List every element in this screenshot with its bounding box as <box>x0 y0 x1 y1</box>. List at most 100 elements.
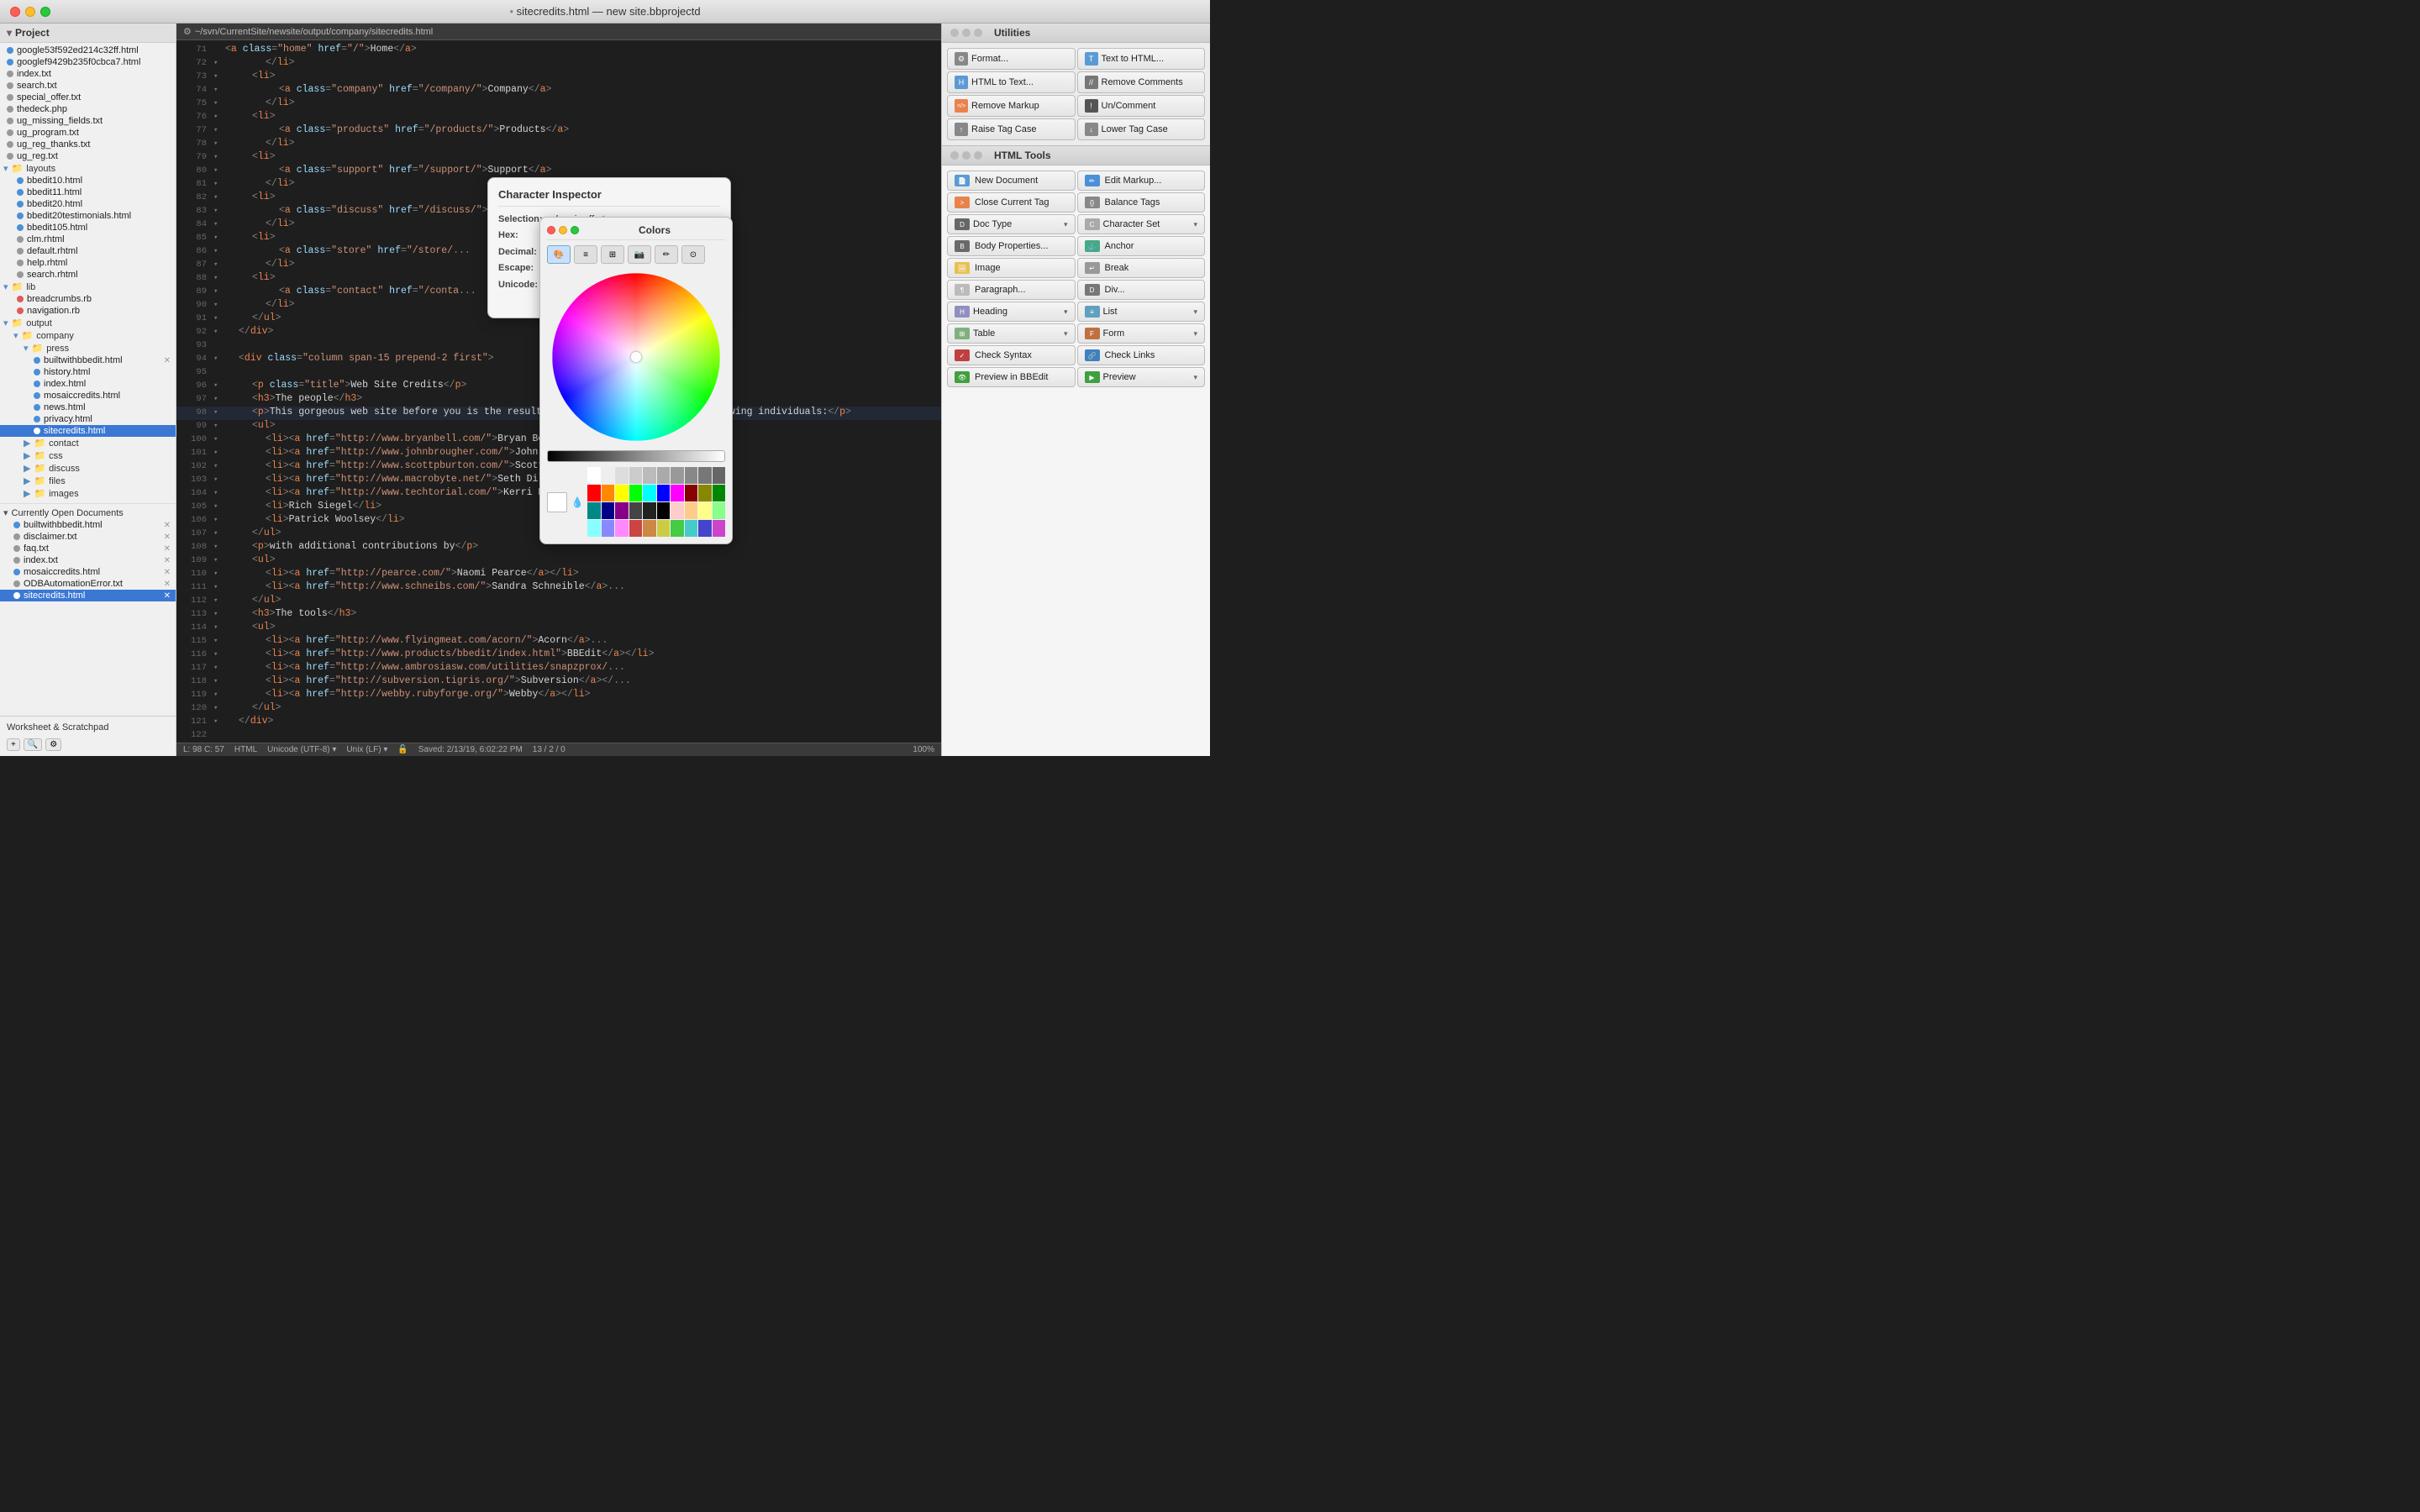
color-crosshair[interactable] <box>631 352 641 362</box>
preview-button[interactable]: ▶ Preview ▾ <box>1077 367 1206 387</box>
balance-tags-button[interactable]: {} Balance Tags <box>1077 192 1206 213</box>
color-swatch[interactable] <box>602 485 615 501</box>
color-custom-tab[interactable]: ⊙ <box>681 245 705 264</box>
color-image-tab[interactable]: 📷 <box>628 245 651 264</box>
open-doc-index-txt[interactable]: index.txt ✕ <box>0 554 176 566</box>
color-swatch[interactable] <box>685 502 698 519</box>
tree-file-breadcrumbs[interactable]: breadcrumbs.rb <box>0 293 176 305</box>
color-swatch[interactable] <box>602 502 615 519</box>
color-palette-tab[interactable]: ⊞ <box>601 245 624 264</box>
open-doc-disclaimer[interactable]: disclaimer.txt ✕ <box>0 531 176 543</box>
color-sliders-tab[interactable]: ≡ <box>574 245 597 264</box>
color-swatch[interactable] <box>698 502 712 519</box>
eyedropper-icon[interactable]: 💧 <box>569 494 586 511</box>
sidebar-footer-buttons[interactable]: + 🔍 ⚙ <box>7 736 169 753</box>
tree-file-ug-reg[interactable]: ug_reg.txt <box>0 150 176 162</box>
folder-lib[interactable]: ▾ 📁 lib <box>0 281 176 293</box>
folder-press[interactable]: ▾ 📁 press <box>0 342 176 354</box>
tree-file-help[interactable]: help.rhtml <box>0 257 176 269</box>
htmltools-window-controls[interactable] <box>950 151 982 160</box>
color-swatch[interactable] <box>657 485 671 501</box>
color-swatch[interactable] <box>587 520 601 537</box>
lower-tag-button[interactable]: ↓ Lower Tag Case <box>1077 118 1206 140</box>
tree-file-clm[interactable]: clm.rhtml <box>0 234 176 245</box>
tree-file-bbedit105[interactable]: bbedit105.html <box>0 222 176 234</box>
close-icon[interactable]: ✕ <box>162 544 172 554</box>
format-button[interactable]: ⚙ Format... <box>947 48 1076 70</box>
tree-file-special-offer[interactable]: special_offer.txt <box>0 92 176 103</box>
tree-file-bbedit20t[interactable]: bbedit20testimonials.html <box>0 210 176 222</box>
sidebar-gear-button[interactable]: ⚙ <box>45 738 61 751</box>
tree-file-bbedit10[interactable]: bbedit10.html <box>0 175 176 186</box>
remove-comments-button[interactable]: // Remove Comments <box>1077 71 1206 93</box>
close-icon[interactable]: ✕ <box>162 568 172 577</box>
color-swatch[interactable] <box>657 467 671 484</box>
close-icon[interactable]: ✕ <box>162 580 172 589</box>
color-swatch[interactable] <box>587 467 601 484</box>
color-swatch[interactable] <box>671 485 684 501</box>
open-doc-odb[interactable]: ODBAutomationError.txt ✕ <box>0 578 176 590</box>
language-indicator[interactable]: HTML <box>234 745 257 754</box>
color-swatch[interactable] <box>629 520 643 537</box>
color-swatch[interactable] <box>671 520 684 537</box>
new-document-button[interactable]: 📄 New Document <box>947 171 1076 191</box>
tree-file-index-txt[interactable]: index.txt <box>0 68 176 80</box>
color-swatch[interactable] <box>615 520 629 537</box>
color-swatch[interactable] <box>657 502 671 519</box>
color-wheel-tab[interactable]: 🎨 <box>547 245 571 264</box>
character-set-button[interactable]: C Character Set ▾ <box>1077 214 1206 234</box>
color-swatch[interactable] <box>643 485 656 501</box>
color-swatch[interactable] <box>615 485 629 501</box>
close-icon[interactable]: ✕ <box>162 356 172 365</box>
tree-file-news[interactable]: news.html <box>0 402 176 413</box>
preview-bbedit-button[interactable]: 👁 Preview in BBEdit <box>947 367 1076 387</box>
gear-icon[interactable]: ⚙ <box>183 26 192 37</box>
close-button[interactable] <box>10 7 20 17</box>
break-button[interactable]: ↵ Break <box>1077 258 1206 278</box>
open-doc-builtwith[interactable]: builtwithbbedit.html ✕ <box>0 519 176 531</box>
check-syntax-button[interactable]: ✓ Check Syntax <box>947 345 1076 365</box>
edit-markup-button[interactable]: ✏ Edit Markup... <box>1077 171 1206 191</box>
window-controls[interactable] <box>10 7 50 17</box>
folder-contact[interactable]: ▶ 📁 contact <box>0 437 176 449</box>
close-current-tag-button[interactable]: > Close Current Tag <box>947 192 1076 213</box>
tree-file-search[interactable]: search.txt <box>0 80 176 92</box>
color-crayon-tab[interactable]: ✏ <box>655 245 678 264</box>
colors-window-controls[interactable] <box>547 226 579 234</box>
color-swatch[interactable] <box>713 502 726 519</box>
color-brightness-slider[interactable] <box>547 450 725 462</box>
color-swatches-grid[interactable] <box>587 467 725 537</box>
tree-file-history[interactable]: history.html <box>0 366 176 378</box>
heading-button[interactable]: H Heading ▾ <box>947 302 1076 322</box>
colors-close-dot[interactable] <box>547 226 555 234</box>
tree-file-index-html[interactable]: index.html <box>0 378 176 390</box>
color-swatch[interactable] <box>685 520 698 537</box>
folder-discuss[interactable]: ▶ 📁 discuss <box>0 462 176 475</box>
tree-file-default[interactable]: default.rhtml <box>0 245 176 257</box>
body-properties-button[interactable]: B Body Properties... <box>947 236 1076 256</box>
tree-file-google2[interactable]: googlef9429b235f0cbca7.html <box>0 56 176 68</box>
image-button[interactable]: 🖼 Image <box>947 258 1076 278</box>
text-to-html-button[interactable]: T Text to HTML... <box>1077 48 1206 70</box>
color-swatch[interactable] <box>602 467 615 484</box>
encoding-indicator[interactable]: Unicode (UTF-8) ▾ <box>267 745 336 754</box>
tree-file-sitecredits[interactable]: sitecredits.html <box>0 425 176 437</box>
color-swatch[interactable] <box>698 520 712 537</box>
color-swatch[interactable] <box>713 520 726 537</box>
color-swatch[interactable] <box>587 485 601 501</box>
div-button[interactable]: D Div... <box>1077 280 1206 300</box>
color-swatch[interactable] <box>629 485 643 501</box>
folder-output[interactable]: ▾ 📁 output <box>0 317 176 329</box>
tree-file-builtwith[interactable]: builtwithbbedit.html ✕ <box>0 354 176 366</box>
tree-file-bbedit11[interactable]: bbedit11.html <box>0 186 176 198</box>
tree-file-thedeck[interactable]: thedeck.php <box>0 103 176 115</box>
color-swatch[interactable] <box>671 467 684 484</box>
tree-file-ug-missing[interactable]: ug_missing_fields.txt <box>0 115 176 127</box>
html-to-text-button[interactable]: H HTML to Text... <box>947 71 1076 93</box>
check-links-button[interactable]: 🔗 Check Links <box>1077 345 1206 365</box>
close-icon[interactable]: ✕ <box>162 591 172 601</box>
open-docs-header[interactable]: ▾ Currently Open Documents <box>0 503 176 519</box>
close-icon[interactable]: ✕ <box>162 521 172 530</box>
tree-file-search-rhtml[interactable]: search.rhtml <box>0 269 176 281</box>
color-swatch[interactable] <box>629 467 643 484</box>
